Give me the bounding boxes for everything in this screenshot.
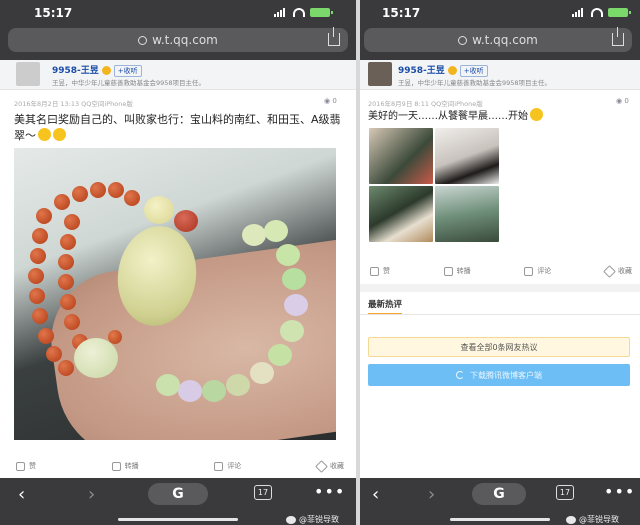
lock-icon — [138, 35, 148, 45]
post-actions: 赞 转播 评论 收藏 — [16, 458, 344, 474]
share-icon[interactable] — [328, 27, 340, 46]
left-phone-screen: 15:17 w.t.qq.com 9958-王昱 +收听 王昱，中华少年儿童慈善救… — [0, 0, 356, 525]
like-icon — [370, 266, 379, 276]
weibo-logo-icon — [286, 515, 296, 524]
comment-action[interactable]: 评论 — [214, 461, 241, 471]
status-icons — [274, 8, 333, 17]
user-name[interactable]: 9958-王昱 — [52, 66, 99, 76]
google-button[interactable]: G — [472, 483, 526, 505]
google-button[interactable]: G — [148, 483, 208, 505]
weibo-logo-icon — [566, 515, 576, 524]
download-client-button[interactable]: 下载腾讯微博客户端 — [368, 364, 630, 386]
user-name-row: 9958-王昱 +收听 — [398, 63, 488, 77]
view-all-comments-button[interactable]: 查看全部0条网友热议 — [368, 337, 630, 357]
wifi-icon — [293, 8, 305, 17]
emoji-icon — [53, 128, 66, 141]
battery-icon — [310, 8, 333, 17]
watermark: @菲锐导致 — [286, 514, 339, 525]
user-description: 王昱，中华少年儿童慈善救助基金会9958项目主任。 — [398, 79, 552, 87]
back-icon[interactable]: ‹ — [372, 486, 379, 504]
view-count: ◉ 0 — [324, 97, 337, 105]
hot-comments-title: 最新热评 — [368, 298, 403, 315]
post-text: 美好的一天……从饕餮早晨……开始 — [368, 108, 636, 125]
screenshot-comparison: 15:17 w.t.qq.com 9958-王昱 +收听 王昱，中华少年儿童慈善救… — [0, 0, 640, 525]
browser-top-bar: 15:17 w.t.qq.com — [360, 0, 640, 60]
like-action[interactable]: 赞 — [16, 461, 36, 471]
profile-header: 9958-王昱 +收听 王昱，中华少年儿童慈善救助基金会9958项目主任。 — [0, 60, 356, 90]
url-bar[interactable]: w.t.qq.com — [8, 27, 348, 52]
comment-icon — [524, 266, 534, 276]
comment-icon — [214, 461, 224, 471]
more-icon[interactable]: ••• — [604, 484, 635, 500]
right-phone-screen: 15:17 w.t.qq.com 9958-王昱 +收听 王昱，中华少年儿童慈善救… — [360, 0, 640, 525]
more-icon[interactable]: ••• — [314, 484, 345, 500]
user-description: 王昱，中华少年儿童慈善救助基金会9958项目主任。 — [52, 79, 206, 87]
emoji-icon — [38, 128, 51, 141]
view-count: ◉ 0 — [616, 97, 629, 105]
tabs-button[interactable]: 17 — [556, 485, 574, 500]
avatar[interactable] — [368, 62, 392, 86]
download-icon — [456, 371, 464, 379]
home-indicator — [118, 518, 238, 521]
post-actions: 赞 转播 评论 收藏 — [370, 263, 632, 279]
home-indicator — [450, 518, 550, 521]
signal-icon — [572, 8, 586, 17]
url-bar[interactable]: w.t.qq.com — [364, 27, 632, 52]
url-text: w.t.qq.com — [152, 33, 218, 47]
repost-action[interactable]: 转播 — [443, 266, 471, 276]
favorite-action[interactable]: 收藏 — [315, 459, 344, 473]
emoji-icon — [530, 108, 543, 121]
post-meta: 2016年8月2日 13:13 QQ空间iPhone版 — [14, 100, 133, 108]
repost-icon — [111, 461, 121, 471]
tabs-button[interactable]: 17 — [254, 485, 272, 500]
like-action[interactable]: 赞 — [370, 266, 390, 276]
repost-action[interactable]: 转播 — [111, 461, 139, 471]
photo-thumb[interactable] — [435, 186, 499, 242]
star-icon — [315, 459, 328, 473]
post-meta: 2016年8月9日 8:11 QQ空间iPhone版 — [368, 100, 483, 108]
google-icon: G — [172, 486, 184, 502]
avatar[interactable] — [16, 62, 40, 86]
signal-icon — [274, 8, 288, 17]
photo-thumb[interactable] — [369, 128, 433, 184]
favorite-action[interactable]: 收藏 — [603, 264, 632, 278]
star-icon — [603, 264, 616, 278]
battery-icon — [608, 8, 631, 17]
like-icon — [16, 461, 25, 471]
post-text: 美其名曰奖励自己的、叫败家也行：宝山料的南红、和田玉、A级翡翠～ — [14, 113, 341, 142]
back-icon[interactable]: ‹ — [18, 486, 25, 504]
post-photo-bracelets[interactable] — [14, 148, 336, 440]
repost-icon — [443, 266, 453, 276]
share-icon[interactable] — [612, 27, 624, 46]
watermark: @菲锐导致 — [566, 514, 619, 525]
photo-thumb[interactable] — [369, 186, 433, 242]
follow-button[interactable]: +收听 — [459, 64, 488, 77]
user-name-row: 9958-王昱 +收听 — [52, 63, 142, 77]
lock-icon — [458, 35, 468, 45]
google-icon: G — [493, 486, 505, 502]
url-text: w.t.qq.com — [472, 33, 538, 47]
user-name[interactable]: 9958-王昱 — [398, 66, 445, 76]
forward-icon[interactable]: › — [88, 486, 95, 504]
browser-top-bar: 15:17 w.t.qq.com — [0, 0, 356, 60]
section-separator — [360, 284, 640, 292]
verified-icon — [101, 66, 111, 75]
post-photo-grid — [369, 128, 499, 242]
status-icons — [572, 8, 631, 17]
profile-header: 9958-王昱 +收听 王昱，中华少年儿童慈善救助基金会9958项目主任。 — [360, 60, 640, 90]
wifi-icon — [591, 8, 603, 17]
photo-thumb[interactable] — [435, 128, 499, 184]
verified-icon — [447, 66, 457, 75]
comment-action[interactable]: 评论 — [524, 266, 551, 276]
forward-icon[interactable]: › — [428, 486, 435, 504]
hot-title-rule — [360, 314, 640, 315]
status-time: 15:17 — [382, 6, 421, 20]
status-time: 15:17 — [34, 6, 73, 20]
follow-button[interactable]: +收听 — [113, 64, 142, 77]
